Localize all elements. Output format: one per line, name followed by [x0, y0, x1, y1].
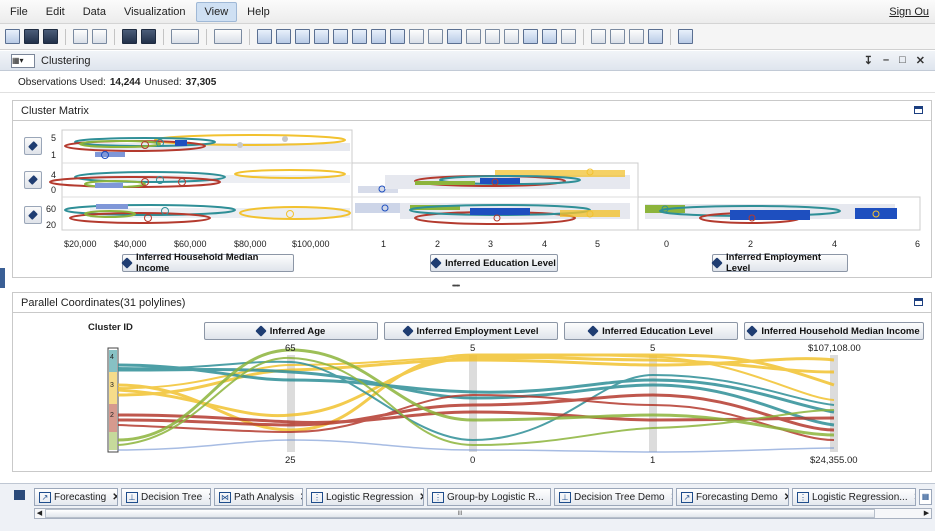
tab-label: Path Analysis [234, 491, 295, 503]
tab-close-icon[interactable]: ✕ [914, 492, 915, 503]
income-min-label: $24,355.00 [810, 455, 858, 466]
line-chart-icon: ↗ [681, 491, 693, 503]
education-max-label: 5 [650, 343, 656, 354]
tab-label: Logistic Regression [326, 491, 414, 503]
tab-list-icon[interactable] [14, 490, 25, 500]
education-axis-bar [649, 355, 657, 452]
scroll-thumb[interactable]: III [45, 509, 875, 518]
tab-decision-tree-demo[interactable]: ⊥ Decision Tree Demo ✕ [554, 488, 673, 506]
tab-close-icon[interactable]: ✕ [784, 492, 788, 503]
tab-close-icon[interactable]: ✕ [112, 492, 117, 503]
parallel-coordinates-plot [107, 347, 838, 453]
scroll-left-icon[interactable]: ◀ [35, 509, 44, 518]
tab-close-icon[interactable]: ✕ [419, 492, 423, 503]
cluster-value-label: 2 [110, 412, 114, 419]
tab-close-icon[interactable]: ✕ [671, 492, 672, 503]
tab-logistic-regression-2[interactable]: ⋮ Logistic Regression... ✕ [792, 488, 916, 506]
regression-icon: ⋮ [797, 491, 809, 503]
employment-min-label: 0 [470, 455, 476, 466]
cluster-segment-green [109, 432, 117, 450]
tab-group-by-logistic[interactable]: ⋮ Group-by Logistic R... ✕ [427, 488, 551, 506]
employment-max-label: 5 [470, 343, 476, 354]
line-chart-icon: ↗ [39, 491, 51, 503]
regression-icon: ⋮ [311, 491, 323, 503]
tab-path-analysis[interactable]: ⋈ Path Analysis ✕ [214, 488, 303, 506]
tab-close-icon[interactable]: ✕ [208, 492, 210, 503]
age-min-label: 25 [285, 455, 296, 466]
tab-label: Decision Tree Demo [574, 491, 665, 503]
tab-label: Forecasting [54, 491, 107, 503]
tab-close-icon[interactable]: ✕ [550, 492, 551, 503]
visualization-tab-strip: ↗ Forecasting ✕ ⊥ Decision Tree ✕ ⋈ Path… [0, 483, 935, 531]
income-max-label: $107,108.00 [808, 343, 861, 354]
path-icon: ⋈ [219, 491, 231, 503]
age-max-label: 65 [285, 343, 296, 354]
tab-label: Group-by Logistic R... [447, 491, 544, 503]
tab-logistic-regression[interactable]: ⋮ Logistic Regression ✕ [306, 488, 424, 506]
education-min-label: 1 [650, 455, 656, 466]
cluster-value-label: 4 [110, 354, 114, 361]
more-tabs-icon[interactable]: ▦ [919, 489, 932, 505]
regression-icon: ⋮ [432, 491, 444, 503]
tab-close-icon[interactable]: ✕ [300, 492, 302, 503]
cluster-value-label: 3 [110, 382, 114, 389]
tree-icon: ⊥ [559, 491, 571, 503]
tree-icon: ⊥ [126, 491, 138, 503]
tab-label: Decision Tree [141, 491, 203, 503]
tab-forecasting-demo[interactable]: ↗ Forecasting Demo ✕ [676, 488, 789, 506]
tab-label: Logistic Regression... [812, 491, 908, 503]
tab-decision-tree[interactable]: ⊥ Decision Tree ✕ [121, 488, 211, 506]
tab-label: Forecasting Demo [696, 491, 778, 503]
scroll-right-icon[interactable]: ▶ [922, 509, 931, 518]
tab-forecasting[interactable]: ↗ Forecasting ✕ [34, 488, 118, 506]
tab-horizontal-scrollbar[interactable]: ◀ III ▶ [34, 508, 932, 519]
income-axis-bar [830, 355, 838, 452]
